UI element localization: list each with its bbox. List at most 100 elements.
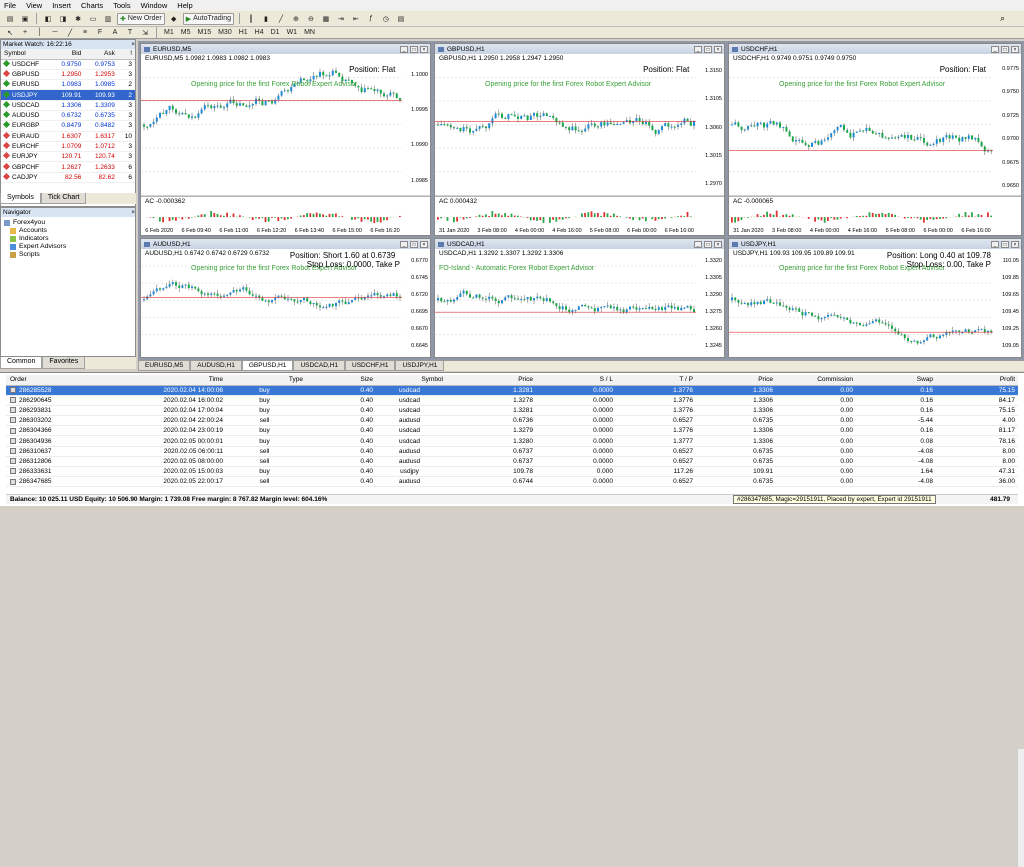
chart-window[interactable]: GBPUSD,H1_□×GBPUSD,H1 1.2950 1.2958 1.29… bbox=[434, 43, 725, 236]
order-row[interactable]: 2862906452020.02.04 16:00:02buy0.40usdca… bbox=[6, 395, 1018, 405]
close-icon[interactable]: × bbox=[420, 46, 428, 53]
tab-symbols[interactable]: Symbols bbox=[0, 193, 41, 204]
market-watch-row[interactable]: EURGBP 0.8479 0.8482 3 bbox=[1, 121, 135, 131]
tab-common[interactable]: Common bbox=[0, 357, 42, 369]
navigator-icon[interactable]: ✱ bbox=[72, 13, 84, 25]
col-type[interactable]: Type bbox=[226, 375, 306, 385]
text-icon[interactable]: A bbox=[109, 27, 121, 39]
profiles-icon[interactable]: ▣ bbox=[19, 13, 31, 25]
label-icon[interactable]: T bbox=[124, 27, 136, 39]
channel-icon[interactable]: ≡ bbox=[79, 27, 91, 39]
tf-mn[interactable]: MN bbox=[302, 27, 317, 39]
chart-tab[interactable]: AUDUSD,H1 bbox=[190, 361, 242, 371]
strategy-tester-icon[interactable]: ▥ bbox=[102, 13, 114, 25]
close-icon[interactable]: × bbox=[420, 241, 428, 248]
col-commission[interactable]: Commission bbox=[776, 375, 856, 385]
tf-m1[interactable]: M1 bbox=[162, 27, 176, 39]
horizontal-line-icon[interactable]: ─ bbox=[49, 27, 61, 39]
tile-icon[interactable]: ▦ bbox=[320, 13, 332, 25]
chart-plot[interactable]: AUDUSD,H1 0.6742 0.6742 0.6729 0.6732Ope… bbox=[141, 249, 430, 357]
col-order[interactable]: Order bbox=[6, 375, 106, 385]
chart-plot[interactable]: USDJPY,H1 109.93 109.95 109.89 109.91Ope… bbox=[729, 249, 1021, 357]
minimize-icon[interactable]: _ bbox=[991, 46, 999, 53]
line-chart-icon[interactable]: ╱ bbox=[275, 13, 287, 25]
maximize-icon[interactable]: □ bbox=[704, 241, 712, 248]
chart-window[interactable]: AUDUSD,H1_□×AUDUSD,H1 0.6742 0.6742 0.67… bbox=[140, 238, 431, 358]
col-spread[interactable]: ! bbox=[118, 49, 135, 59]
close-icon[interactable]: × bbox=[131, 208, 135, 217]
tf-m5[interactable]: M5 bbox=[179, 27, 193, 39]
minimize-icon[interactable]: _ bbox=[694, 241, 702, 248]
terminal-icon[interactable]: ▭ bbox=[87, 13, 99, 25]
chart-window[interactable]: USDCHF,H1_□×USDCHF,H1 0.9749 0.9751 0.97… bbox=[728, 43, 1022, 236]
chart-tab[interactable]: USDCHF,H1 bbox=[345, 361, 395, 371]
templates-icon[interactable]: ▤ bbox=[395, 13, 407, 25]
menu-tools[interactable]: Tools bbox=[113, 1, 131, 10]
market-watch-row[interactable]: EURCHF 1.0709 1.0712 3 bbox=[1, 141, 135, 151]
chart-titlebar[interactable]: USDCHF,H1_□× bbox=[729, 44, 1021, 54]
nav-item-experts[interactable]: Expert Advisors bbox=[4, 243, 132, 251]
close-icon[interactable]: × bbox=[714, 46, 722, 53]
tf-m30[interactable]: M30 bbox=[216, 27, 234, 39]
order-row[interactable]: 2863128062020.02.05 08:00:00sell0.40audu… bbox=[6, 456, 1018, 466]
nav-item-root[interactable]: Forex4you bbox=[4, 219, 132, 227]
new-order-button[interactable]: ✚New Order bbox=[117, 13, 165, 25]
order-row[interactable]: 2863049362020.02.05 00:00:01buy0.40usdca… bbox=[6, 436, 1018, 446]
market-watch-row[interactable]: AUDUSD 0.6732 0.6735 3 bbox=[1, 110, 135, 120]
vertical-line-icon[interactable]: │ bbox=[34, 27, 46, 39]
search-icon[interactable]: ⌕ bbox=[1000, 13, 1010, 23]
autotrading-button[interactable]: ▶AutoTrading bbox=[183, 13, 234, 25]
order-row[interactable]: 2862855282020.02.04 14:00:06buy0.40usdca… bbox=[6, 385, 1018, 395]
col-sl[interactable]: S / L bbox=[536, 375, 616, 385]
candlestick-icon[interactable]: ▮ bbox=[260, 13, 272, 25]
nav-item-accounts[interactable]: Accounts bbox=[4, 227, 132, 235]
col-price[interactable]: Price bbox=[696, 375, 776, 385]
market-watch-row[interactable]: USDCHF 0.9750 0.9753 3 bbox=[1, 59, 135, 69]
chart-window[interactable]: USDCAD,H1_□×USDCAD,H1 1.3292 1.3307 1.32… bbox=[434, 238, 725, 358]
menu-file[interactable]: File bbox=[4, 1, 16, 10]
chart-tab[interactable]: USDCAD,H1 bbox=[293, 361, 345, 371]
indicators-icon[interactable]: ƒ bbox=[365, 13, 377, 25]
menu-help[interactable]: Help bbox=[177, 1, 192, 10]
chart-titlebar[interactable]: USDCAD,H1_□× bbox=[435, 239, 724, 249]
nav-item-indicators[interactable]: Indicators bbox=[4, 235, 132, 243]
chart-plot[interactable]: EURUSD,M5 1.0982 1.0983 1.0982 1.0983Ope… bbox=[141, 54, 430, 235]
maximize-icon[interactable]: □ bbox=[410, 241, 418, 248]
col-ask[interactable]: Ask bbox=[84, 49, 118, 59]
market-watch-row[interactable]: CADJPY 82.56 82.62 6 bbox=[1, 172, 135, 182]
chart-plot[interactable]: USDCAD,H1 1.3292 1.3307 1.3292 1.3306FO-… bbox=[435, 249, 724, 357]
close-icon[interactable]: × bbox=[1011, 241, 1019, 248]
metaeditor-icon[interactable]: ◆ bbox=[168, 13, 180, 25]
chart-tab[interactable]: EURUSD,M5 bbox=[138, 361, 190, 371]
chart-titlebar[interactable]: GBPUSD,H1_□× bbox=[435, 44, 724, 54]
col-symbol[interactable]: Symbol bbox=[1, 49, 51, 59]
chart-titlebar[interactable]: EURUSD,M5_□× bbox=[141, 44, 430, 54]
market-watch-icon[interactable]: ◧ bbox=[42, 13, 54, 25]
tf-m15[interactable]: M15 bbox=[195, 27, 213, 39]
menu-insert[interactable]: Insert bbox=[52, 1, 71, 10]
arrows-icon[interactable]: ⇲ bbox=[139, 27, 151, 39]
maximize-icon[interactable]: □ bbox=[1001, 241, 1009, 248]
order-row[interactable]: 2862938312020.02.04 17:00:04buy0.40usdca… bbox=[6, 405, 1018, 415]
autoscroll-icon[interactable]: ⇥ bbox=[335, 13, 347, 25]
chart-tab[interactable]: USDJPY,H1 bbox=[395, 361, 444, 371]
chart-window[interactable]: EURUSD,M5_□×EURUSD,M5 1.0982 1.0983 1.09… bbox=[140, 43, 431, 236]
minimize-icon[interactable]: _ bbox=[400, 46, 408, 53]
crosshair-icon[interactable]: + bbox=[19, 27, 31, 39]
order-row[interactable]: 2863336312020.02.05 15:00:03buy0.40usdjp… bbox=[6, 467, 1018, 477]
market-watch-row[interactable]: EURAUD 1.6307 1.6317 10 bbox=[1, 131, 135, 141]
order-row[interactable]: 2863106372020.02.05 06:00:11sell0.40audu… bbox=[6, 446, 1018, 456]
chart-shift-icon[interactable]: ⇤ bbox=[350, 13, 362, 25]
market-watch-row[interactable]: EURJPY 120.71 120.74 3 bbox=[1, 152, 135, 162]
market-watch-row[interactable]: GBPUSD 1.2950 1.2953 3 bbox=[1, 69, 135, 79]
col-time[interactable]: Time bbox=[106, 375, 226, 385]
menu-charts[interactable]: Charts bbox=[81, 1, 103, 10]
col-symbol[interactable]: Symbol bbox=[376, 375, 446, 385]
col-tp[interactable]: T / P bbox=[616, 375, 696, 385]
market-watch-row[interactable]: EURUSD 1.0983 1.0985 2 bbox=[1, 80, 135, 90]
terminal-scrollbar[interactable] bbox=[1017, 749, 1024, 867]
chart-plot[interactable]: GBPUSD,H1 1.2950 1.2958 1.2947 1.2950Ope… bbox=[435, 54, 724, 235]
market-watch-row[interactable]: USDJPY 109.91 109.93 2 bbox=[1, 90, 135, 100]
market-watch-row[interactable]: USDCAD 1.3306 1.3309 3 bbox=[1, 100, 135, 110]
data-window-icon[interactable]: ◨ bbox=[57, 13, 69, 25]
